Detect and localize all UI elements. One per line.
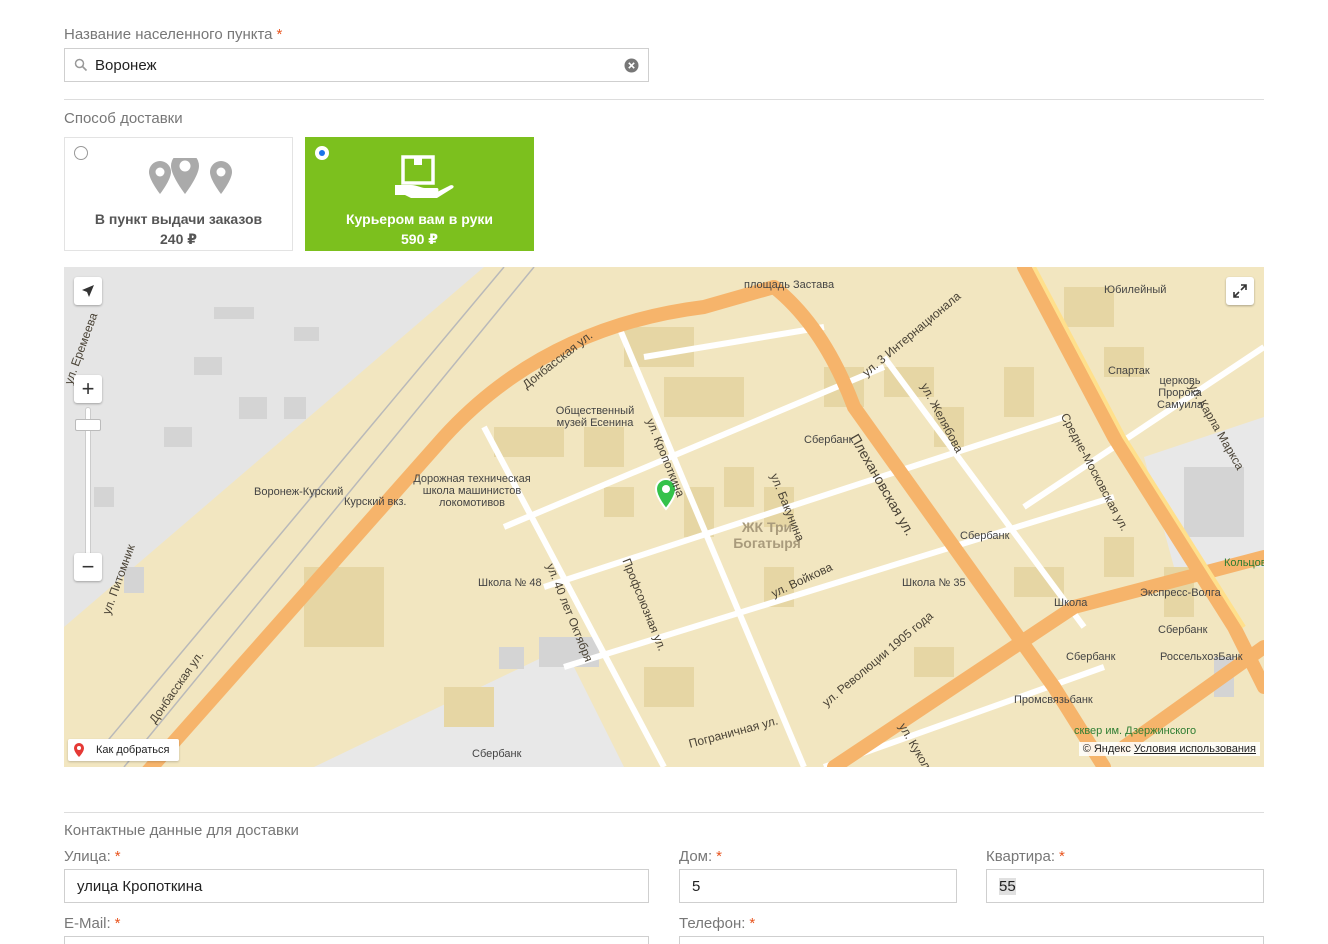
map-attribution: © Яндекс Условия использования (1078, 742, 1260, 756)
map-pin-icon (74, 743, 84, 757)
search-icon (74, 58, 88, 76)
required-mark: * (114, 848, 121, 865)
pickup-points-icon (135, 152, 235, 209)
apartment-input[interactable]: 55 (986, 869, 1264, 903)
settlement-label: Название населенного пункта * (64, 26, 282, 43)
route-button[interactable]: Как добраться (68, 739, 180, 761)
pickup-title: В пункт выдачи заказов (94, 211, 263, 227)
courier-radio[interactable] (315, 146, 329, 160)
pickup-radio[interactable] (74, 146, 88, 160)
required-mark: * (114, 915, 121, 932)
street-label-text: Улица: (64, 848, 111, 865)
place-label: РоссельхозБанк (1160, 651, 1243, 663)
divider (64, 812, 1264, 813)
street-value: улица Кропоткина (77, 877, 203, 895)
route-label: Как добраться (96, 744, 170, 756)
zoom-out-button[interactable]: − (74, 553, 102, 581)
place-label: площадь Застава (744, 279, 835, 291)
place-label: Общественный музей Есенина (555, 405, 635, 429)
settlement-label-text: Название населенного пункта (64, 26, 273, 43)
place-label: Сбербанк (960, 530, 1010, 542)
place-label: Сбербанк (472, 748, 522, 760)
required-mark: * (1059, 848, 1065, 865)
house-label: Дом: * (679, 848, 722, 865)
required-mark: * (716, 848, 722, 865)
terms-link[interactable]: Условия использования (1134, 743, 1256, 755)
divider (64, 99, 1264, 100)
email-input[interactable] (64, 936, 649, 944)
place-label: Сбербанк (804, 434, 854, 446)
place-label: ЖК Три Богатыря (733, 519, 801, 551)
place-label: Экспресс-Волга (1140, 587, 1221, 599)
fullscreen-button[interactable] (1226, 277, 1254, 305)
place-label: Дорожная техническая школа машинистов ло… (413, 473, 531, 509)
required-mark: * (749, 915, 756, 932)
house-input[interactable]: 5 (679, 869, 957, 903)
place-label: Школа № 48 (478, 577, 542, 589)
delivery-label: Способ доставки (64, 110, 183, 127)
place-label: Школа № 35 (902, 577, 966, 589)
place-label: Кольцовский бульвар (1224, 557, 1264, 569)
navigation-arrow-icon (82, 285, 94, 297)
apartment-label: Квартира: * (986, 848, 1065, 865)
courier-title: Курьером вам в руки (346, 211, 493, 227)
expand-icon (1233, 284, 1247, 298)
place-label: Курский вкз. (344, 496, 407, 508)
apartment-value: 55 (999, 877, 1016, 895)
phone-label: Телефон: * (679, 915, 755, 932)
required-mark: * (276, 26, 283, 43)
street-input[interactable]: улица Кропоткина (64, 869, 649, 903)
place-label: Школа (1054, 597, 1088, 609)
zoom-in-button[interactable]: + (74, 375, 102, 403)
map[interactable]: Донбасская ул. Донбасская ул. Плехановск… (64, 267, 1264, 767)
delivery-option-courier[interactable]: Курьером вам в руки 590 ₽ (305, 137, 534, 251)
zoom-slider-handle[interactable] (75, 419, 101, 431)
delivery-option-pickup[interactable]: В пункт выдачи заказов 240 ₽ (64, 137, 293, 251)
settlement-value: Воронеж (95, 56, 157, 74)
place-label: Сбербанк (1066, 651, 1116, 663)
phone-label-text: Телефон: (679, 915, 746, 932)
place-label: Юбилейный (1104, 284, 1167, 296)
apartment-label-text: Квартира: (986, 848, 1055, 865)
street-label: Улица: * (64, 848, 121, 865)
house-value: 5 (692, 877, 701, 895)
geolocation-button[interactable] (74, 277, 102, 305)
place-label: церковь Пророка Самуила (1156, 375, 1204, 411)
place-label: Промсвязьбанк (1014, 694, 1093, 706)
pickup-price: 240 ₽ (160, 231, 197, 247)
place-label: Сбербанк (1158, 624, 1208, 636)
email-label-text: E-Mail: (64, 915, 111, 932)
email-label: E-Mail: * (64, 915, 121, 932)
place-label: Воронеж-Курский (254, 486, 344, 498)
minus-icon: − (81, 554, 95, 579)
map-canvas (64, 267, 1264, 767)
hand-box-icon (393, 155, 457, 206)
copyright-text: © Яндекс (1082, 743, 1131, 755)
courier-price: 590 ₽ (401, 231, 438, 247)
clear-icon[interactable] (624, 58, 639, 77)
contacts-label: Контактные данные для доставки (64, 822, 299, 839)
place-label: сквер им. Дзержинского (1074, 725, 1197, 737)
plus-icon: + (81, 376, 95, 401)
settlement-input[interactable]: Воронеж (64, 48, 649, 82)
house-label-text: Дом: (679, 848, 713, 865)
phone-input[interactable] (679, 936, 1264, 944)
